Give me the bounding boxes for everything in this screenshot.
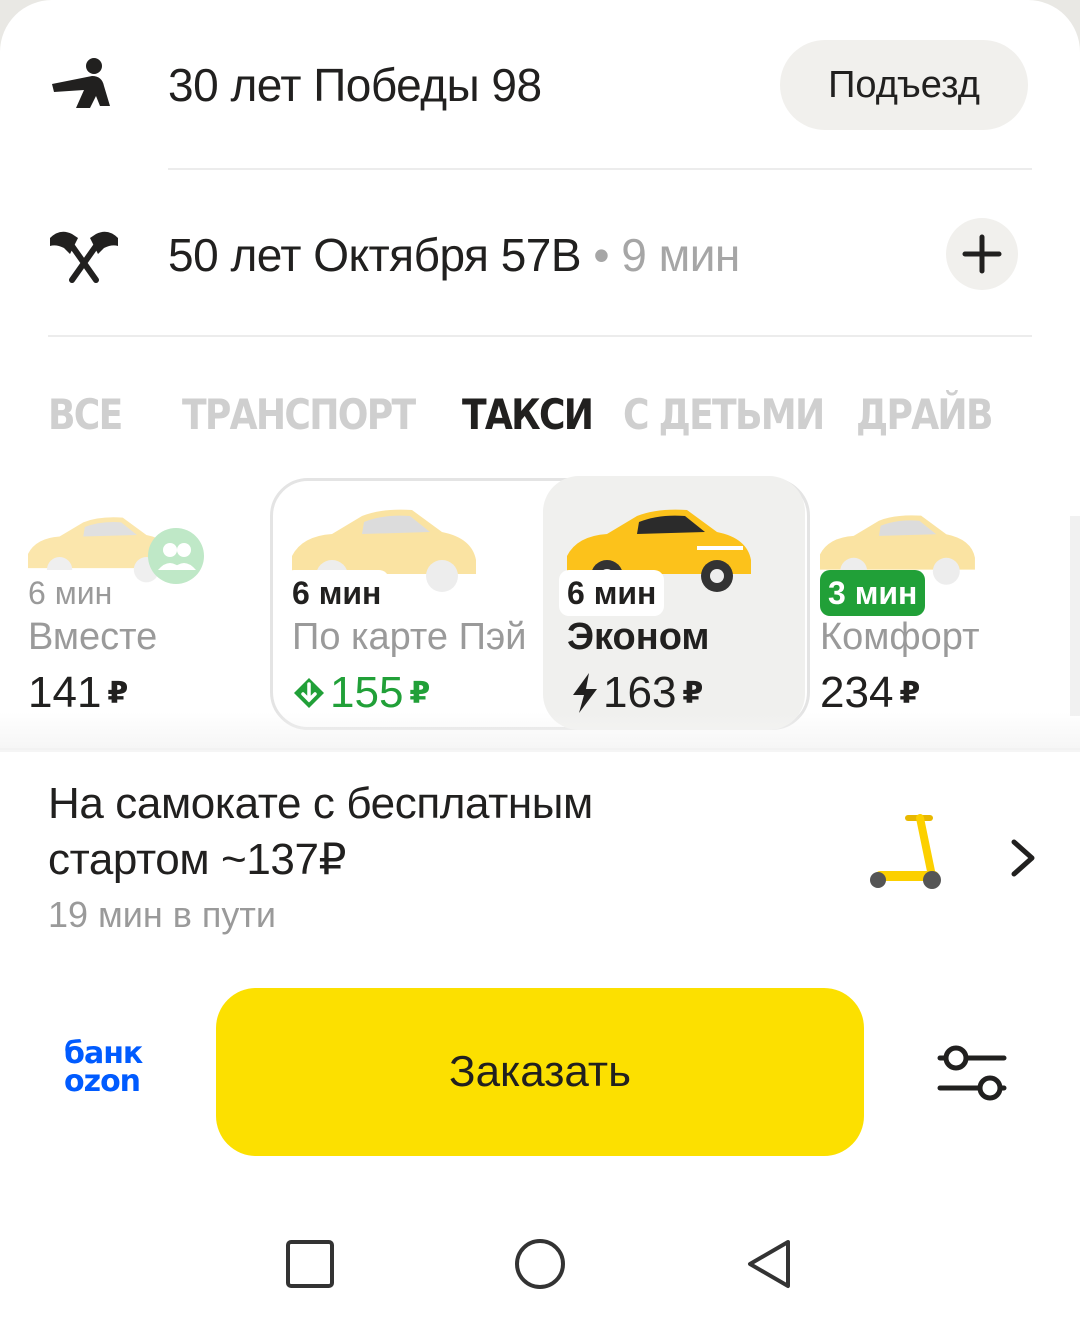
pickup-address: 30 лет Победы 98: [168, 59, 542, 111]
home-icon[interactable]: [512, 1236, 568, 1292]
tariff-name: Эконом: [567, 616, 710, 658]
tariff-name: По карте Пэй: [292, 616, 527, 658]
scooter-promo[interactable]: На самокате с бесплатным стартом ~137₽ 1…: [48, 776, 688, 936]
bank-logo-line2: ozon: [64, 1064, 141, 1099]
destination-eta: 9 мин: [621, 229, 740, 281]
chevron-right-icon[interactable]: [1004, 836, 1044, 880]
tab-with-kids[interactable]: С ДЕТЬМИ: [623, 390, 825, 454]
category-tabs: ВСЕ ТРАНСПОРТ ТАКСИ С ДЕТЬМИ ДРАЙВ: [48, 390, 1066, 454]
divider: [48, 335, 1032, 337]
settings-sliders-icon[interactable]: [936, 1044, 1008, 1104]
bank-ozon-logo[interactable]: банк ozon: [64, 1039, 164, 1110]
price-value: 141: [28, 668, 102, 717]
tariff-price: 155 ₽: [292, 668, 430, 718]
discount-arrow-icon: [294, 678, 324, 708]
destination-address: 50 лет Октября 57В • 9 мин: [168, 228, 740, 282]
bottom-sheet: 30 лет Победы 98 Подъезд 50 лет Октября …: [0, 0, 1080, 1322]
tariff-eta: 3 мин: [820, 570, 926, 616]
separator-dot: •: [593, 229, 609, 281]
tariff-carousel[interactable]: 6 мин Вместе 141 ₽ 6 мин По карте Пэй 15: [0, 476, 1080, 736]
currency-sign: ₽: [409, 676, 431, 710]
lightning-icon: [573, 673, 597, 713]
recent-apps-icon[interactable]: [282, 1236, 338, 1292]
back-icon[interactable]: [742, 1236, 798, 1292]
add-stop-button[interactable]: [946, 218, 1018, 290]
tariff-eta: 6 мин: [284, 570, 390, 616]
people-icon: [148, 528, 204, 584]
pickup-person-icon: [52, 58, 110, 108]
destination-text: 50 лет Октября 57В: [168, 229, 582, 281]
plus-icon: [962, 234, 1002, 274]
currency-sign: ₽: [107, 676, 129, 710]
tab-all[interactable]: ВСЕ: [48, 390, 123, 454]
promo-title-line1: На самокате с бесплатным: [48, 779, 593, 828]
system-navigation-bar: [0, 1220, 1080, 1310]
entrance-button[interactable]: Подъезд: [780, 40, 1028, 130]
scooter-icon: [870, 814, 941, 889]
divider: [0, 748, 1080, 750]
tariff-name: Вместе: [28, 616, 158, 658]
finish-flags-icon: [50, 231, 118, 283]
tariff-price: 141 ₽: [28, 668, 128, 718]
tab-taxi[interactable]: ТАКСИ: [462, 390, 594, 454]
tariff-price: 234 ₽: [820, 668, 920, 718]
tariff-price: 163 ₽: [571, 668, 703, 718]
tariff-eta: 6 мин: [559, 570, 665, 616]
tab-transport[interactable]: ТРАНСПОРТ: [182, 390, 416, 454]
order-button[interactable]: Заказать: [216, 988, 864, 1156]
tab-drive[interactable]: ДРАЙВ: [856, 390, 993, 454]
tariff-name: Комфорт: [820, 616, 980, 658]
carousel-fade: [0, 712, 1080, 752]
next-card-edge: [1070, 516, 1080, 716]
tariff-eta: 6 мин: [20, 570, 121, 616]
tariff-card-comfort[interactable]: 3 мин Комфорт 234 ₽: [820, 476, 1040, 730]
promo-title-line2: стартом ~137₽: [48, 835, 347, 884]
tariff-card-pay[interactable]: 6 мин По карте Пэй 155 ₽: [284, 476, 542, 730]
currency-sign: ₽: [899, 676, 921, 710]
destination-row[interactable]: 50 лет Октября 57В • 9 мин: [0, 170, 1080, 338]
price-value: 234: [820, 668, 894, 717]
currency-sign: ₽: [682, 676, 704, 710]
promo-subtitle: 19 мин в пути: [48, 894, 277, 935]
price-value: 163: [603, 668, 677, 717]
tariff-card-together[interactable]: 6 мин Вместе 141 ₽: [20, 476, 268, 730]
tariff-card-economy[interactable]: 6 мин Эконом 163 ₽: [559, 476, 797, 730]
price-value: 155: [330, 668, 404, 717]
